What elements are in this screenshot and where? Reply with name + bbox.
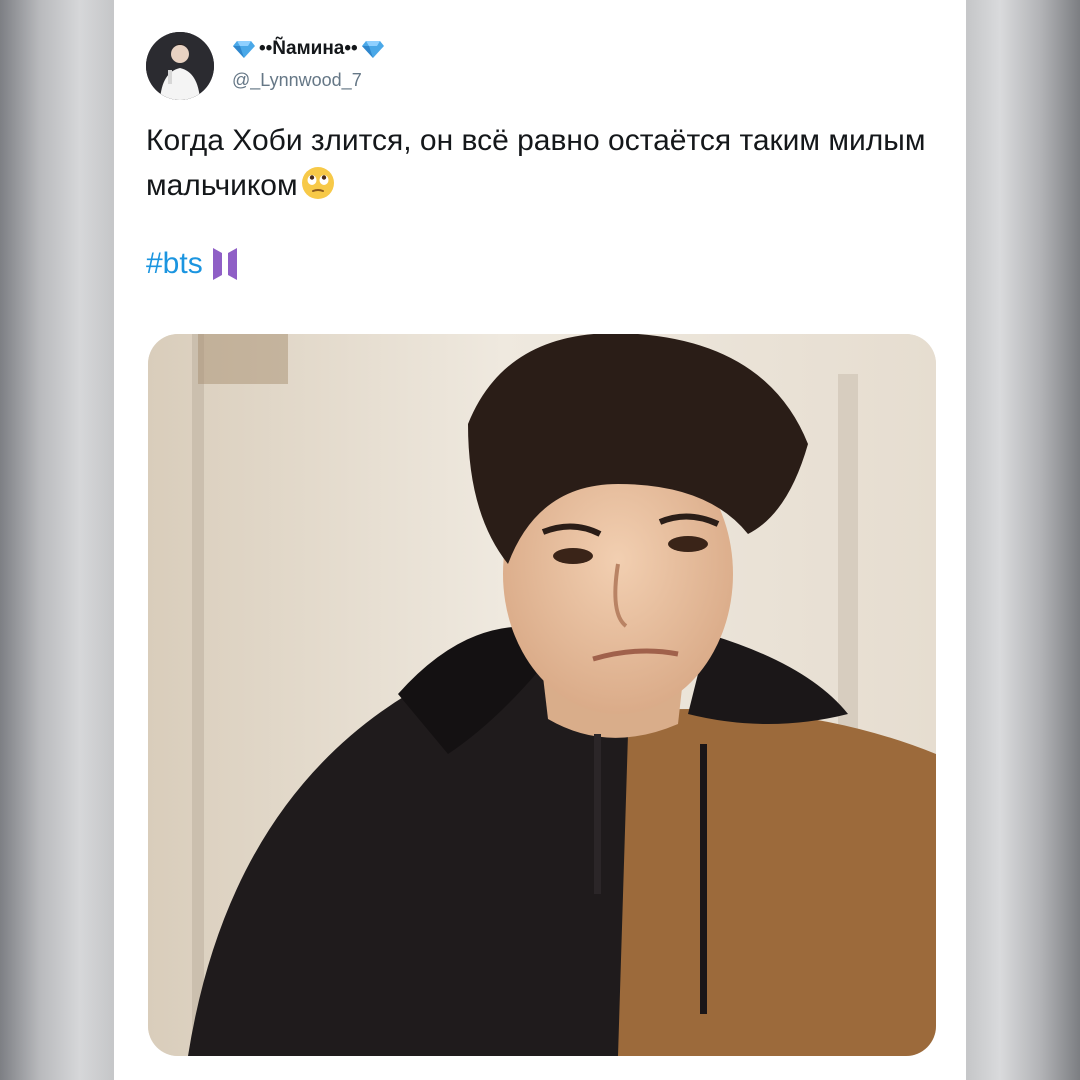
author-avatar[interactable] [146,32,214,100]
video-thumbnail [148,334,936,1056]
author-name-text: ••Ñамина•• [259,38,358,59]
author-handle[interactable]: @_Lynnwood_7 [232,70,362,91]
hashtag-row: #bts [146,246,239,282]
hashtag-link[interactable]: #bts [146,247,203,281]
tweet-text-body: Когда Хоби злится, он всё равно остаётся… [146,124,926,202]
tweet-card: ••Ñамина•• @_Lynnwood_7 Когда Хоби злитс… [114,0,966,1080]
face-with-rolling-eyes-icon [301,167,334,199]
gem-icon [361,41,384,58]
author-display-name[interactable]: ••Ñамина•• [232,38,385,60]
gem-icon [233,41,255,58]
tweet-media-video[interactable] [148,334,936,1056]
bts-logo-icon [212,248,237,280]
tweet-text: Когда Хоби злится, он всё равно остаётся… [146,118,936,208]
